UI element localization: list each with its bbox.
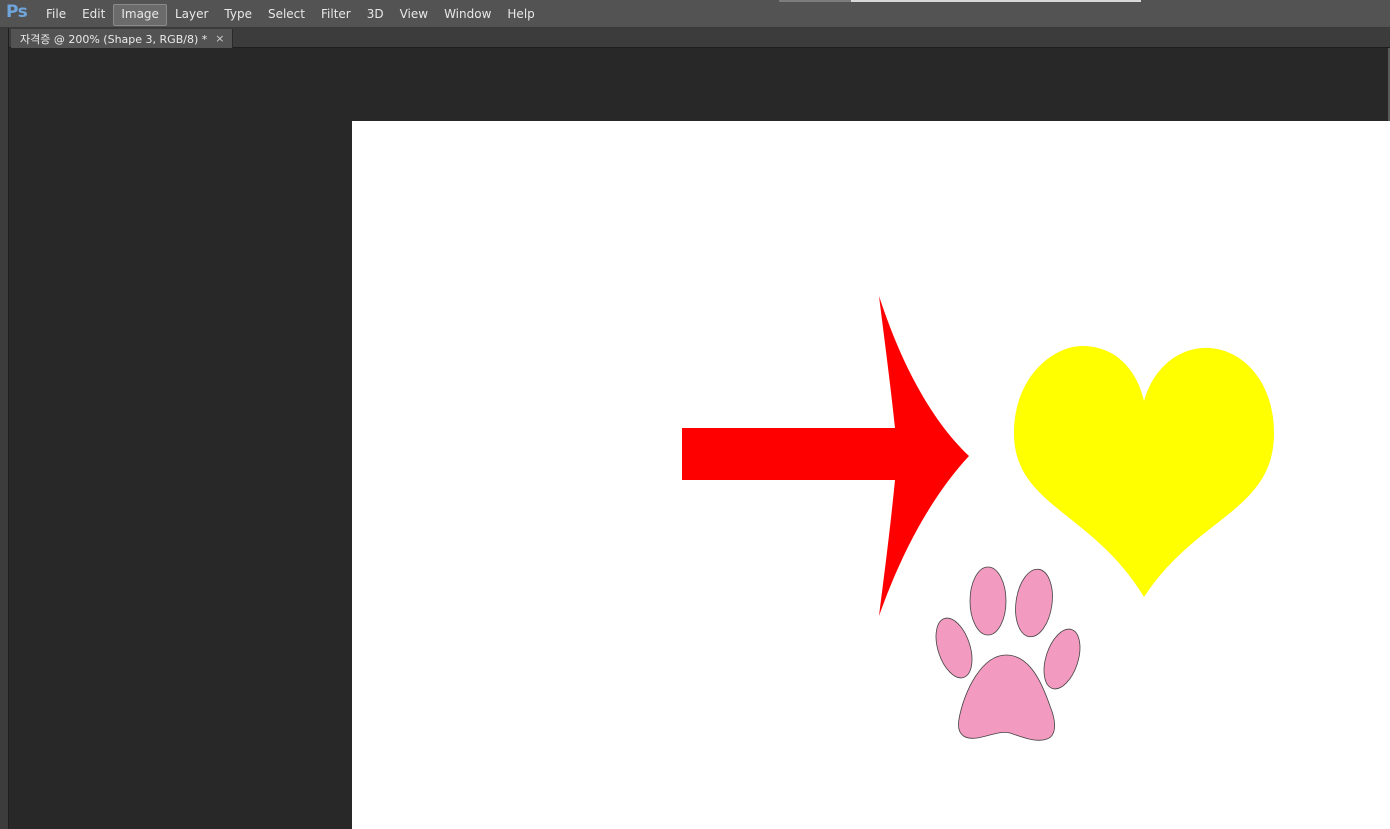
- menu-type[interactable]: Type: [216, 4, 260, 26]
- document-tab-title: 자격증 @ 200% (Shape 3, RGB/8) *: [20, 32, 208, 46]
- menu-3d[interactable]: 3D: [359, 4, 392, 26]
- menu-file[interactable]: File: [38, 4, 74, 26]
- heart-shape[interactable]: [1014, 346, 1274, 597]
- options-strip-right: [851, 0, 1141, 2]
- menu-bar: Ps File Edit Image Layer Type Select Fil…: [0, 0, 1390, 28]
- menu-filter[interactable]: Filter: [313, 4, 359, 26]
- menu-help[interactable]: Help: [499, 4, 542, 26]
- menu-edit[interactable]: Edit: [74, 4, 113, 26]
- menu-select[interactable]: Select: [260, 4, 313, 26]
- menu-window[interactable]: Window: [436, 4, 499, 26]
- photoshop-logo-icon: Ps: [6, 2, 28, 22]
- paw-shape[interactable]: [929, 566, 1087, 741]
- menu-items: File Edit Image Layer Type Select Filter…: [38, 4, 543, 26]
- canvas-artwork: [682, 296, 1274, 741]
- menu-image[interactable]: Image: [113, 4, 167, 26]
- toolbar-edge: [0, 28, 9, 829]
- document-canvas[interactable]: [352, 121, 1390, 829]
- close-icon[interactable]: ×: [215, 33, 224, 44]
- document-tab[interactable]: 자격증 @ 200% (Shape 3, RGB/8) * ×: [11, 29, 234, 48]
- menu-view[interactable]: View: [392, 4, 436, 26]
- options-strip-left: [779, 0, 851, 2]
- arrow-shape[interactable]: [682, 296, 969, 616]
- menu-layer[interactable]: Layer: [167, 4, 216, 26]
